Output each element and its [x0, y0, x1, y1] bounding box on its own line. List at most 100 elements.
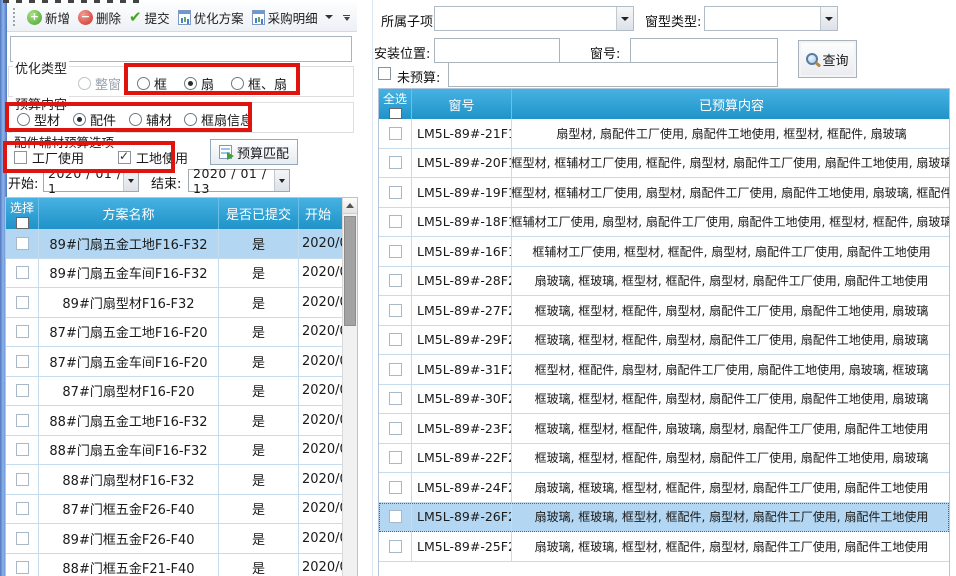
plan-table-row[interactable]: 87#门扇五金工地F16-F20 是 2020/0	[6, 318, 344, 348]
row-checkbox[interactable]	[389, 481, 402, 494]
add-button[interactable]: + 新增	[23, 6, 74, 29]
row-checkbox[interactable]	[389, 510, 402, 523]
budget-table-row[interactable]: LM5L-89#-20F18 框型材, 框辅材工厂使用, 框配件, 扇型材, 扇…	[379, 149, 949, 179]
row-checkbox[interactable]	[16, 473, 29, 486]
row-checkbox[interactable]	[389, 186, 402, 199]
budget-table-row[interactable]: LM5L-89#-19F17 框型材, 框辅材工厂使用, 扇型材, 扇配件工厂使…	[379, 178, 949, 208]
checkbox-site-use[interactable]: 工地使用	[118, 148, 188, 167]
chevron-down-icon[interactable]	[616, 7, 633, 30]
start-date-picker[interactable]: 2020 / 01 / 1	[43, 169, 139, 192]
plan-table-row[interactable]: 88#门扇五金车间F16-F32 是 2020/0	[6, 436, 344, 466]
plan-header-submitted[interactable]: 是否已提交	[219, 198, 299, 229]
scrollbar-thumb[interactable]	[344, 216, 356, 326]
row-checkbox[interactable]	[389, 215, 402, 228]
plan-table-row[interactable]: 89#门框五金F26-F40 是 2020/0	[6, 524, 344, 554]
row-checkbox[interactable]	[389, 156, 402, 169]
window-type-combobox[interactable]	[704, 6, 838, 31]
chevron-down-icon[interactable]	[325, 15, 333, 19]
toolbar-overflow-button[interactable]	[339, 8, 354, 28]
radio-frame[interactable]: 框	[137, 74, 167, 93]
radio-sash[interactable]: 扇	[184, 74, 214, 93]
chevron-down-icon[interactable]	[274, 170, 289, 191]
chevron-down-icon[interactable]	[123, 170, 138, 191]
row-checkbox[interactable]	[16, 266, 29, 279]
row-checkbox[interactable]	[16, 355, 29, 368]
plan-table-row[interactable]: 88#门扇型材F16-F32 是 2020/0	[6, 465, 344, 495]
optimize-plan-button[interactable]: 优化方案	[174, 6, 248, 29]
row-checkbox[interactable]	[389, 304, 402, 317]
purchase-detail-button[interactable]: 采购明细	[248, 6, 337, 29]
row-checkbox[interactable]	[389, 127, 402, 140]
row-checkbox[interactable]	[389, 245, 402, 258]
select-all-checkbox[interactable]	[389, 108, 402, 119]
query-button[interactable]: 查询	[798, 40, 857, 78]
plan-name-cell: 87#门扇五金车间F16-F20	[39, 347, 219, 377]
row-checkbox[interactable]	[16, 237, 29, 250]
budget-table-row[interactable]: LM5L-89#-22F20 框玻璃, 框型材, 框配件, 扇型材, 扇配件工厂…	[379, 444, 949, 474]
radio-profile[interactable]: 型材	[17, 110, 60, 129]
row-checkbox[interactable]	[16, 325, 29, 338]
row-checkbox[interactable]	[389, 363, 402, 376]
radio-frame-sash-info[interactable]: 框扇信息	[184, 110, 253, 129]
plan-table-row[interactable]: 87#门扇型材F16-F20 是 2020/0	[6, 377, 344, 407]
chevron-down-icon[interactable]	[820, 7, 837, 30]
plan-header-name[interactable]: 方案名称	[39, 198, 219, 229]
row-checkbox[interactable]	[389, 392, 402, 405]
row-checkbox[interactable]	[16, 502, 29, 515]
row-checkbox[interactable]	[389, 274, 402, 287]
toolbar-grip[interactable]	[13, 8, 17, 26]
plan-header-start[interactable]: 开始	[299, 198, 344, 229]
budget-table-row[interactable]: LM5L-89#-31F29 框型材, 框配件, 扇型材, 扇配件工厂使用, 扇…	[379, 355, 949, 385]
submit-button[interactable]: ✔ 提交	[125, 6, 174, 29]
unbudgeted-checkbox[interactable]	[378, 67, 391, 80]
row-checkbox[interactable]	[389, 540, 402, 553]
budget-match-button[interactable]: 预算匹配	[210, 139, 298, 165]
row-checkbox[interactable]	[16, 296, 29, 309]
budget-table-row[interactable]: LM5L-89#-18F16 框辅材工厂使用, 扇型材, 扇配件工厂使用, 扇配…	[379, 208, 949, 238]
scroll-up-icon[interactable]	[343, 198, 357, 214]
unbudgeted-input[interactable]	[448, 62, 778, 87]
sub-item-combobox[interactable]	[434, 6, 634, 31]
budget-table-row[interactable]: LM5L-89#-23F21 框玻璃, 框型材, 框配件, 扇玻璃, 扇型材, …	[379, 414, 949, 444]
row-checkbox[interactable]	[389, 422, 402, 435]
row-checkbox[interactable]	[16, 443, 29, 456]
plan-table-row[interactable]: 89#门扇五金车间F16-F32 是 2020/0	[6, 259, 344, 289]
checkbox-factory-use[interactable]: 工厂使用	[14, 148, 84, 167]
window-no-input[interactable]	[630, 38, 778, 63]
panel-splitter[interactable]	[372, 0, 373, 576]
budget-table-row[interactable]: LM5L-89#-26F24 扇玻璃, 框玻璃, 框型材, 框配件, 扇型材, …	[379, 503, 949, 533]
budget-table-row[interactable]: LM5L-89#-21F19 扇型材, 扇配件工厂使用, 扇配件工地使用, 框型…	[379, 119, 949, 149]
radio-whole-window[interactable]: 整窗	[78, 74, 121, 93]
plan-table-row[interactable]: 87#门框五金F26-F40 是 2020/0	[6, 495, 344, 525]
install-position-input[interactable]	[434, 38, 560, 63]
row-checkbox[interactable]	[16, 384, 29, 397]
end-date-picker[interactable]: 2020 / 01 / 13	[188, 169, 290, 192]
plan-table-row[interactable]: 89#门扇五金工地F16-F32 是 2020/0	[6, 229, 344, 259]
row-checkbox[interactable]	[16, 532, 29, 545]
budget-table-row[interactable]: LM5L-89#-27F25 框玻璃, 框型材, 框配件, 扇型材, 扇配件工厂…	[379, 296, 949, 326]
row-checkbox[interactable]	[389, 451, 402, 464]
radio-frame-sash[interactable]: 框、扇	[231, 74, 287, 93]
budget-table-row[interactable]: LM5L-89#-25F23 扇玻璃, 框玻璃, 框型材, 框配件, 扇型材, …	[379, 532, 949, 562]
plan-table-row[interactable]: 88#门框五金F21-F40 是 2020/0	[6, 554, 344, 576]
budget-table-row[interactable]: LM5L-89#-16F15 框辅材工厂使用, 框型材, 框配件, 扇型材, 扇…	[379, 237, 949, 267]
radio-auxiliary[interactable]: 辅材	[129, 110, 172, 129]
budget-header-window-no[interactable]: 窗号	[412, 89, 512, 119]
budget-table-row[interactable]: LM5L-89#-28F26 扇玻璃, 框玻璃, 框型材, 框配件, 扇型材, …	[379, 267, 949, 297]
select-all-checkbox[interactable]	[16, 217, 29, 229]
row-checkbox[interactable]	[16, 561, 29, 574]
delete-button[interactable]: − 删除	[74, 6, 125, 29]
budget-table-row[interactable]: LM5L-89#-24F22 扇玻璃, 框玻璃, 框型材, 框配件, 扇型材, …	[379, 473, 949, 503]
budget-table-row[interactable]: LM5L-89#-29F27 框玻璃, 框型材, 框配件, 扇型材, 扇配件工厂…	[379, 326, 949, 356]
optimize-type-label: 优化类型	[13, 58, 69, 77]
radio-accessory[interactable]: 配件	[73, 110, 116, 129]
plan-table-row[interactable]: 89#门扇型材F16-F32 是 2020/0	[6, 288, 344, 318]
row-checkbox[interactable]	[389, 333, 402, 346]
budget-header-content[interactable]: 已预算内容	[512, 89, 950, 119]
plan-submitted-cell: 是	[219, 554, 299, 576]
plan-table-row[interactable]: 88#门扇五金工地F16-F32 是 2020/0	[6, 406, 344, 436]
row-checkbox[interactable]	[16, 414, 29, 427]
plan-table-row[interactable]: 87#门扇五金车间F16-F20 是 2020/0	[6, 347, 344, 377]
plan-table-scrollbar[interactable]	[342, 198, 357, 576]
budget-table-row[interactable]: LM5L-89#-30F28 框玻璃, 框型材, 框配件, 扇型材, 扇配件工厂…	[379, 385, 949, 415]
